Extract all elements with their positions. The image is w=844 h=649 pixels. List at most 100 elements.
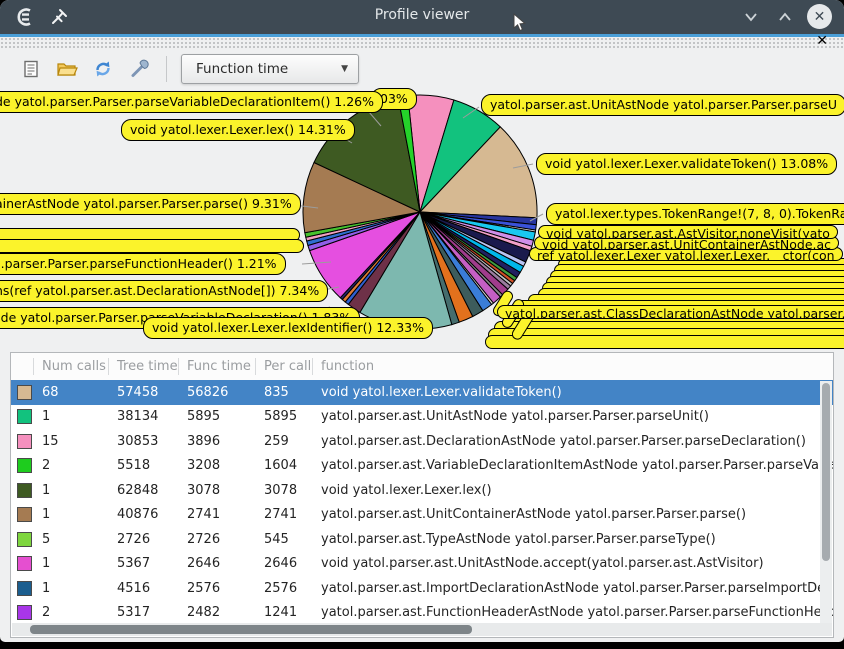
cell-num-calls: 5: [34, 532, 109, 547]
cell-func-time: 56826: [179, 385, 256, 400]
cell-tree-time: 4516: [109, 581, 179, 596]
pie-callout-label: de yatol.parser.Parser.parseVariableDecl…: [0, 91, 383, 113]
wrench-icon[interactable]: [126, 56, 152, 82]
pie-callout-label: void yatol.parser.ast.AstVisitor.noneVis…: [538, 225, 838, 239]
row-color-swatch: [17, 605, 32, 620]
pie-callout-label: atol.parser.Parser.parseFunctionHeader()…: [0, 253, 286, 275]
cell-function: yatol.parser.ast.UnitAstNode yatol.parse…: [313, 409, 833, 424]
table-row[interactable]: 15308533896259yatol.parser.ast.Declarati…: [11, 429, 833, 454]
row-color-swatch: [17, 483, 32, 498]
cell-func-time: 2726: [179, 532, 256, 547]
cell-function: yatol.parser.ast.DeclarationAstNode yato…: [313, 434, 833, 449]
cell-func-time: 3208: [179, 458, 256, 473]
row-color-swatch: [17, 532, 32, 547]
cell-func-time: 2741: [179, 507, 256, 522]
cell-per-call: 5895: [256, 409, 313, 424]
horizontal-scrollbar-thumb[interactable]: [30, 625, 472, 634]
cell-func-time: 2482: [179, 605, 256, 620]
col-num-calls[interactable]: Num calls: [34, 358, 109, 375]
cell-tree-time: 62848: [109, 483, 179, 498]
cell-tree-time: 5317: [109, 605, 179, 620]
cell-tree-time: 40876: [109, 507, 179, 522]
pie-callout-label: ainerAstNode yatol.parser.Parser.parse()…: [0, 193, 301, 215]
col-swatch[interactable]: [11, 358, 34, 375]
pie-callout-bar: [485, 335, 844, 349]
cell-per-call: 2576: [256, 581, 313, 596]
cell-function: yatol.parser.ast.FunctionHeaderAstNode y…: [313, 605, 833, 620]
vertical-scrollbar-thumb[interactable]: [822, 383, 830, 561]
cell-tree-time: 5518: [109, 458, 179, 473]
table-row[interactable]: 1451625762576yatol.parser.ast.ImportDecl…: [11, 576, 833, 601]
cell-func-time: 3078: [179, 483, 256, 498]
cell-func-time: 2576: [179, 581, 256, 596]
row-color-swatch: [17, 507, 32, 522]
row-color-swatch: [17, 434, 32, 449]
profile-viewer-window: Profile viewer ✕ ✕: [0, 0, 844, 642]
pie-callout-label: ns(ref yatol.parser.ast.DeclarationAstNo…: [0, 280, 328, 302]
pie-callout-label: void yatol.lexer.Lexer.lexIdentifier() 1…: [143, 317, 433, 339]
cell-num-calls: 2: [34, 458, 109, 473]
profile-table: Num calls Tree time Func time Per call f…: [10, 352, 834, 638]
chart-mode-value: Function time: [196, 61, 288, 77]
cell-per-call: 1604: [256, 458, 313, 473]
open-folder-icon[interactable]: [54, 56, 80, 82]
table-row[interactable]: 2551832081604yatol.parser.ast.VariableDe…: [11, 454, 833, 479]
cell-function: void yatol.parser.ast.UnitAstNode.accept…: [313, 556, 833, 571]
cell-function: void yatol.lexer.Lexer.validateToken(): [313, 385, 833, 400]
row-color-swatch: [17, 556, 32, 571]
cell-per-call: 2646: [256, 556, 313, 571]
cell-num-calls: 15: [34, 434, 109, 449]
table-row[interactable]: 2531724821241yatol.parser.ast.FunctionHe…: [11, 601, 833, 626]
pie-callout-bar: [0, 239, 304, 253]
cell-func-time: 3896: [179, 434, 256, 449]
table-row[interactable]: 16284830783078void yatol.lexer.Lexer.lex…: [11, 478, 833, 503]
cell-tree-time: 2726: [109, 532, 179, 547]
row-color-swatch: [17, 409, 32, 424]
col-func-time[interactable]: Func time: [179, 358, 256, 375]
cell-func-time: 5895: [179, 409, 256, 424]
col-per-call[interactable]: Per call: [256, 358, 313, 375]
row-color-swatch: [17, 581, 32, 596]
chart-mode-select[interactable]: Function time ▼: [181, 54, 359, 84]
cell-function: yatol.parser.ast.TypeAstNode yatol.parse…: [313, 532, 833, 547]
vertical-scrollbar[interactable]: [820, 381, 832, 625]
cell-per-call: 259: [256, 434, 313, 449]
col-tree-time[interactable]: Tree time: [109, 358, 179, 375]
table-row[interactable]: 527262726545yatol.parser.ast.TypeAstNode…: [11, 527, 833, 552]
pie-callout-label: yatol.parser.ast.UnitAstNode yatol.parse…: [481, 94, 844, 116]
cell-num-calls: 1: [34, 483, 109, 498]
cell-per-call: 545: [256, 532, 313, 547]
pie-callout-label: void yatol.lexer.Lexer.lex() 14.31%: [121, 119, 355, 141]
table-row[interactable]: 685745856826835void yatol.lexer.Lexer.va…: [11, 380, 833, 405]
cell-tree-time: 38134: [109, 409, 179, 424]
cell-function: void yatol.lexer.Lexer.lex(): [313, 483, 833, 498]
table-body: 685745856826835void yatol.lexer.Lexer.va…: [11, 380, 833, 625]
cell-per-call: 2741: [256, 507, 313, 522]
table-header[interactable]: Num calls Tree time Func time Per call f…: [11, 353, 833, 380]
mouse-cursor: [513, 13, 527, 33]
cell-func-time: 2646: [179, 556, 256, 571]
cell-per-call: 835: [256, 385, 313, 400]
report-icon[interactable]: [18, 56, 44, 82]
table-row[interactable]: 14087627412741yatol.parser.ast.UnitConta…: [11, 503, 833, 528]
cell-num-calls: 2: [34, 605, 109, 620]
table-row[interactable]: 13813458955895yatol.parser.ast.UnitAstNo…: [11, 405, 833, 430]
row-color-swatch: [17, 458, 32, 473]
table-row[interactable]: 1536726462646void yatol.parser.ast.UnitA…: [11, 552, 833, 577]
horizontal-scrollbar[interactable]: [12, 623, 832, 636]
pie-callout-label: yatol.lexer.types.TokenRange!(7, 8, 0).T…: [546, 203, 844, 225]
cell-tree-time: 57458: [109, 385, 179, 400]
refresh-icon[interactable]: [90, 56, 116, 82]
pie-callout-label: void yatol.lexer.Lexer.validateToken() 1…: [536, 153, 837, 175]
cell-num-calls: 68: [34, 385, 109, 400]
cell-tree-time: 5367: [109, 556, 179, 571]
row-color-swatch: [17, 385, 32, 400]
col-function[interactable]: function: [313, 358, 833, 375]
chevron-down-icon: ▼: [341, 64, 348, 74]
cell-tree-time: 30853: [109, 434, 179, 449]
cell-num-calls: 1: [34, 409, 109, 424]
cell-per-call: 3078: [256, 483, 313, 498]
cell-function: yatol.parser.ast.VariableDeclarationItem…: [313, 458, 833, 473]
toolbar: Function time ▼: [18, 54, 359, 84]
cell-num-calls: 1: [34, 556, 109, 571]
